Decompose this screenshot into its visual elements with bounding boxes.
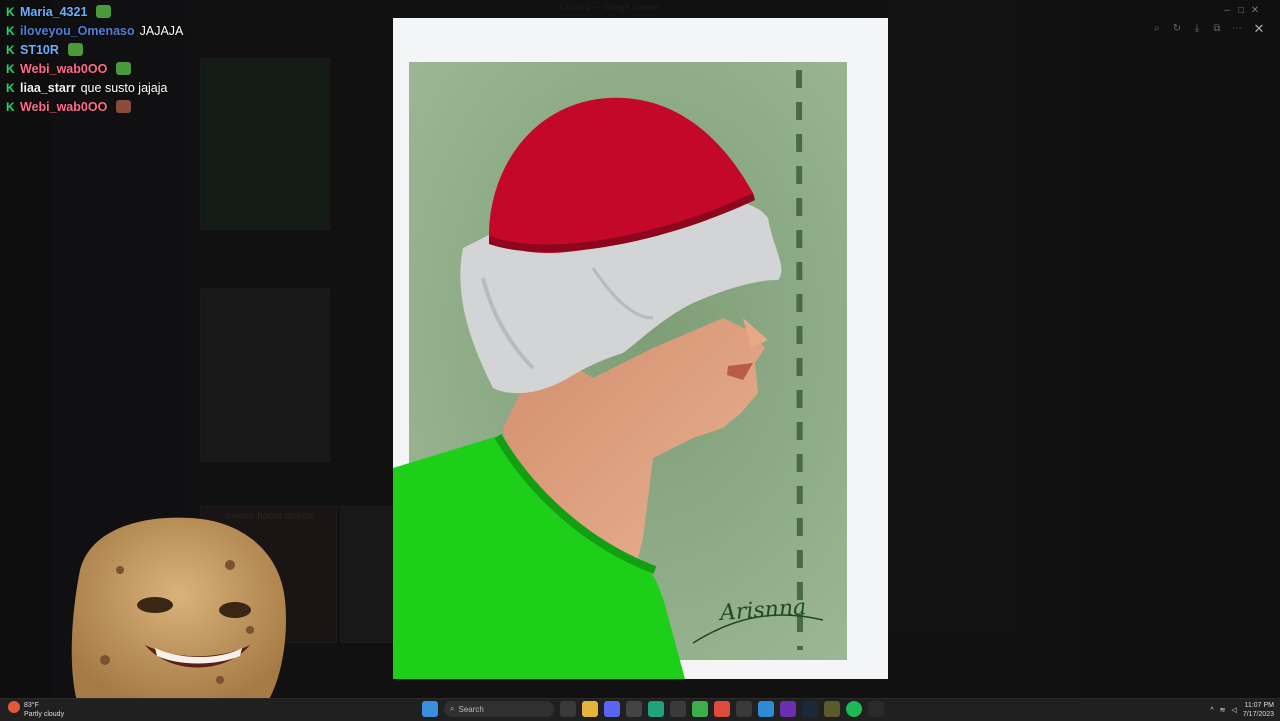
chat-text: que susto jajaja (80, 80, 168, 95)
spotify-icon[interactable] (846, 701, 862, 717)
avatar-eye (137, 597, 173, 613)
open-external-icon[interactable]: ⧉ (1210, 21, 1224, 35)
system-tray: ^ ≋ ◁ 11:07 PM 7/17/2023 (1210, 701, 1274, 719)
emote-icon (116, 62, 132, 75)
emote-icon (116, 100, 132, 113)
kick-icon: K (6, 61, 15, 76)
taskbar: 83°F Partly cloudy ⌕ Search ^ ≋ ◁ 11:07 … (0, 698, 1280, 721)
app-icon[interactable] (736, 701, 752, 717)
chat-message: K Webi_wab0OO (6, 59, 306, 78)
chat-message: K ST10R (6, 40, 306, 59)
clock[interactable]: 11:07 PM 7/17/2023 (1243, 701, 1274, 719)
more-icon[interactable]: ⋯ (1230, 21, 1244, 35)
search-label: Search (458, 704, 484, 714)
taskbar-search[interactable]: ⌕ Search (444, 701, 554, 717)
weather-desc: Partly cloudy (24, 711, 65, 718)
app-icon[interactable] (758, 701, 774, 717)
clock-date: 7/17/2023 (1242, 711, 1274, 718)
rotate-icon[interactable]: ↻ (1170, 21, 1184, 35)
weather-icon (8, 701, 20, 713)
kick-icon: K (6, 42, 15, 57)
wifi-icon[interactable]: ≋ (1220, 706, 1226, 714)
chrome-icon[interactable] (714, 701, 730, 717)
chat-username: iloveyou_Omenaso (20, 23, 135, 38)
chat-username: Webi_wab0OO (20, 61, 108, 76)
close-window-button[interactable]: ✕ (1248, 5, 1262, 16)
app-icon[interactable] (626, 701, 642, 717)
file-explorer-icon[interactable] (582, 701, 598, 717)
chat-message: K iloveyou_Omenaso JAJAJA (6, 21, 306, 40)
app-icon[interactable] (670, 701, 686, 717)
weather-widget[interactable]: 83°F Partly cloudy (8, 701, 64, 719)
kick-icon: K (6, 99, 15, 114)
chat-username: Maria_4321 (20, 4, 88, 19)
chat-username: Webi_wab0OO (20, 99, 108, 114)
chat-username: liaa_starr (20, 80, 76, 95)
artwork-drawing (393, 62, 847, 679)
app-icon[interactable] (824, 701, 840, 717)
download-icon[interactable]: ⤓ (1190, 21, 1204, 35)
window-controls: – □ ✕ (1220, 0, 1280, 16)
weather-temp: 83°F (24, 702, 39, 709)
emote-icon (96, 5, 112, 18)
search-icon: ⌕ (450, 704, 455, 713)
close-viewer-button[interactable]: ✕ (1250, 20, 1268, 38)
emote-icon (67, 43, 83, 56)
discord-icon[interactable] (604, 701, 620, 717)
steam-icon[interactable] (802, 701, 818, 717)
volume-icon[interactable]: ◁ (1231, 706, 1236, 714)
kick-icon: K (6, 4, 15, 19)
app-icon[interactable] (780, 701, 796, 717)
stream-chat-overlay: K Maria_4321 K iloveyou_Omenaso JAJAJA K… (6, 2, 306, 116)
avatar-eye (219, 602, 251, 618)
chat-message: K Webi_wab0OO (6, 97, 306, 116)
chat-username: ST10R (20, 42, 59, 57)
tray-chevron-icon[interactable]: ^ (1210, 707, 1213, 714)
clock-time: 11:07 PM (1244, 702, 1274, 709)
kick-icon: K (6, 80, 15, 95)
zoom-icon[interactable]: ⌕ (1150, 21, 1164, 35)
chat-message: K liaa_starr que susto jajaja (6, 78, 306, 97)
chat-text: JAJAJA (139, 23, 184, 38)
app-icon[interactable] (868, 701, 884, 717)
windows-start-icon[interactable] (422, 701, 438, 717)
minecraft-icon[interactable] (692, 701, 708, 717)
kick-icon: K (6, 23, 15, 38)
task-view-icon[interactable] (560, 701, 576, 717)
taskbar-apps: ⌕ Search (422, 701, 884, 717)
app-icon[interactable] (648, 701, 664, 717)
artwork-image[interactable] (393, 18, 888, 679)
maximize-button[interactable]: □ (1234, 5, 1248, 16)
minimize-button[interactable]: – (1220, 5, 1234, 16)
webcam-avatar (71, 517, 286, 710)
chat-message: K Maria_4321 (6, 2, 306, 21)
